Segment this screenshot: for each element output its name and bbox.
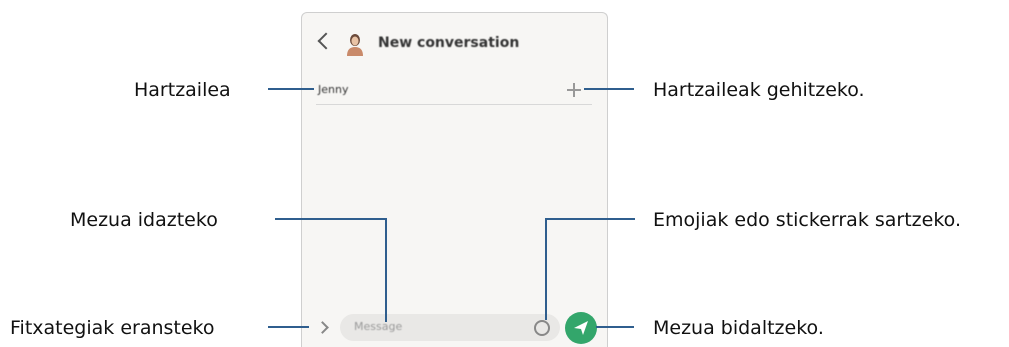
leader-emoji-h bbox=[545, 218, 635, 220]
emoji-icon[interactable] bbox=[534, 320, 550, 336]
callout-send-message: Mezua bidaltzeko. bbox=[653, 317, 824, 339]
leader-send-message bbox=[596, 326, 634, 328]
leader-emoji-v bbox=[545, 218, 547, 320]
message-placeholder: Message bbox=[354, 320, 403, 333]
callout-attach-files: Fitxategiak eransteko bbox=[10, 317, 215, 339]
callout-recipient: Hartzailea bbox=[134, 79, 231, 101]
leader-add-recipients bbox=[584, 88, 634, 90]
leader-enter-message-h bbox=[275, 218, 387, 220]
back-arrow-icon[interactable] bbox=[317, 32, 335, 50]
leader-recipient bbox=[268, 88, 314, 90]
contact-avatar-icon bbox=[347, 34, 363, 56]
callout-emoji-stickers: Emojiak edo stickerrak sartzeko. bbox=[653, 209, 961, 231]
add-recipient-icon[interactable] bbox=[567, 83, 581, 97]
attach-expand-icon[interactable] bbox=[316, 321, 329, 334]
recipient-divider bbox=[316, 104, 592, 105]
conversation-title: New conversation bbox=[378, 35, 520, 51]
send-button[interactable] bbox=[565, 312, 597, 344]
callout-add-recipients: Hartzaileak gehitzeko. bbox=[653, 79, 865, 101]
callout-enter-message: Mezua idazteko bbox=[70, 209, 218, 231]
leader-attach-files bbox=[268, 326, 309, 328]
send-arrow-icon bbox=[574, 321, 588, 335]
leader-enter-message-v bbox=[385, 218, 387, 322]
phone-screen: New conversation Jenny Message bbox=[301, 12, 608, 347]
recipient-field[interactable]: Jenny bbox=[318, 83, 348, 96]
message-input[interactable]: Message bbox=[340, 314, 560, 341]
